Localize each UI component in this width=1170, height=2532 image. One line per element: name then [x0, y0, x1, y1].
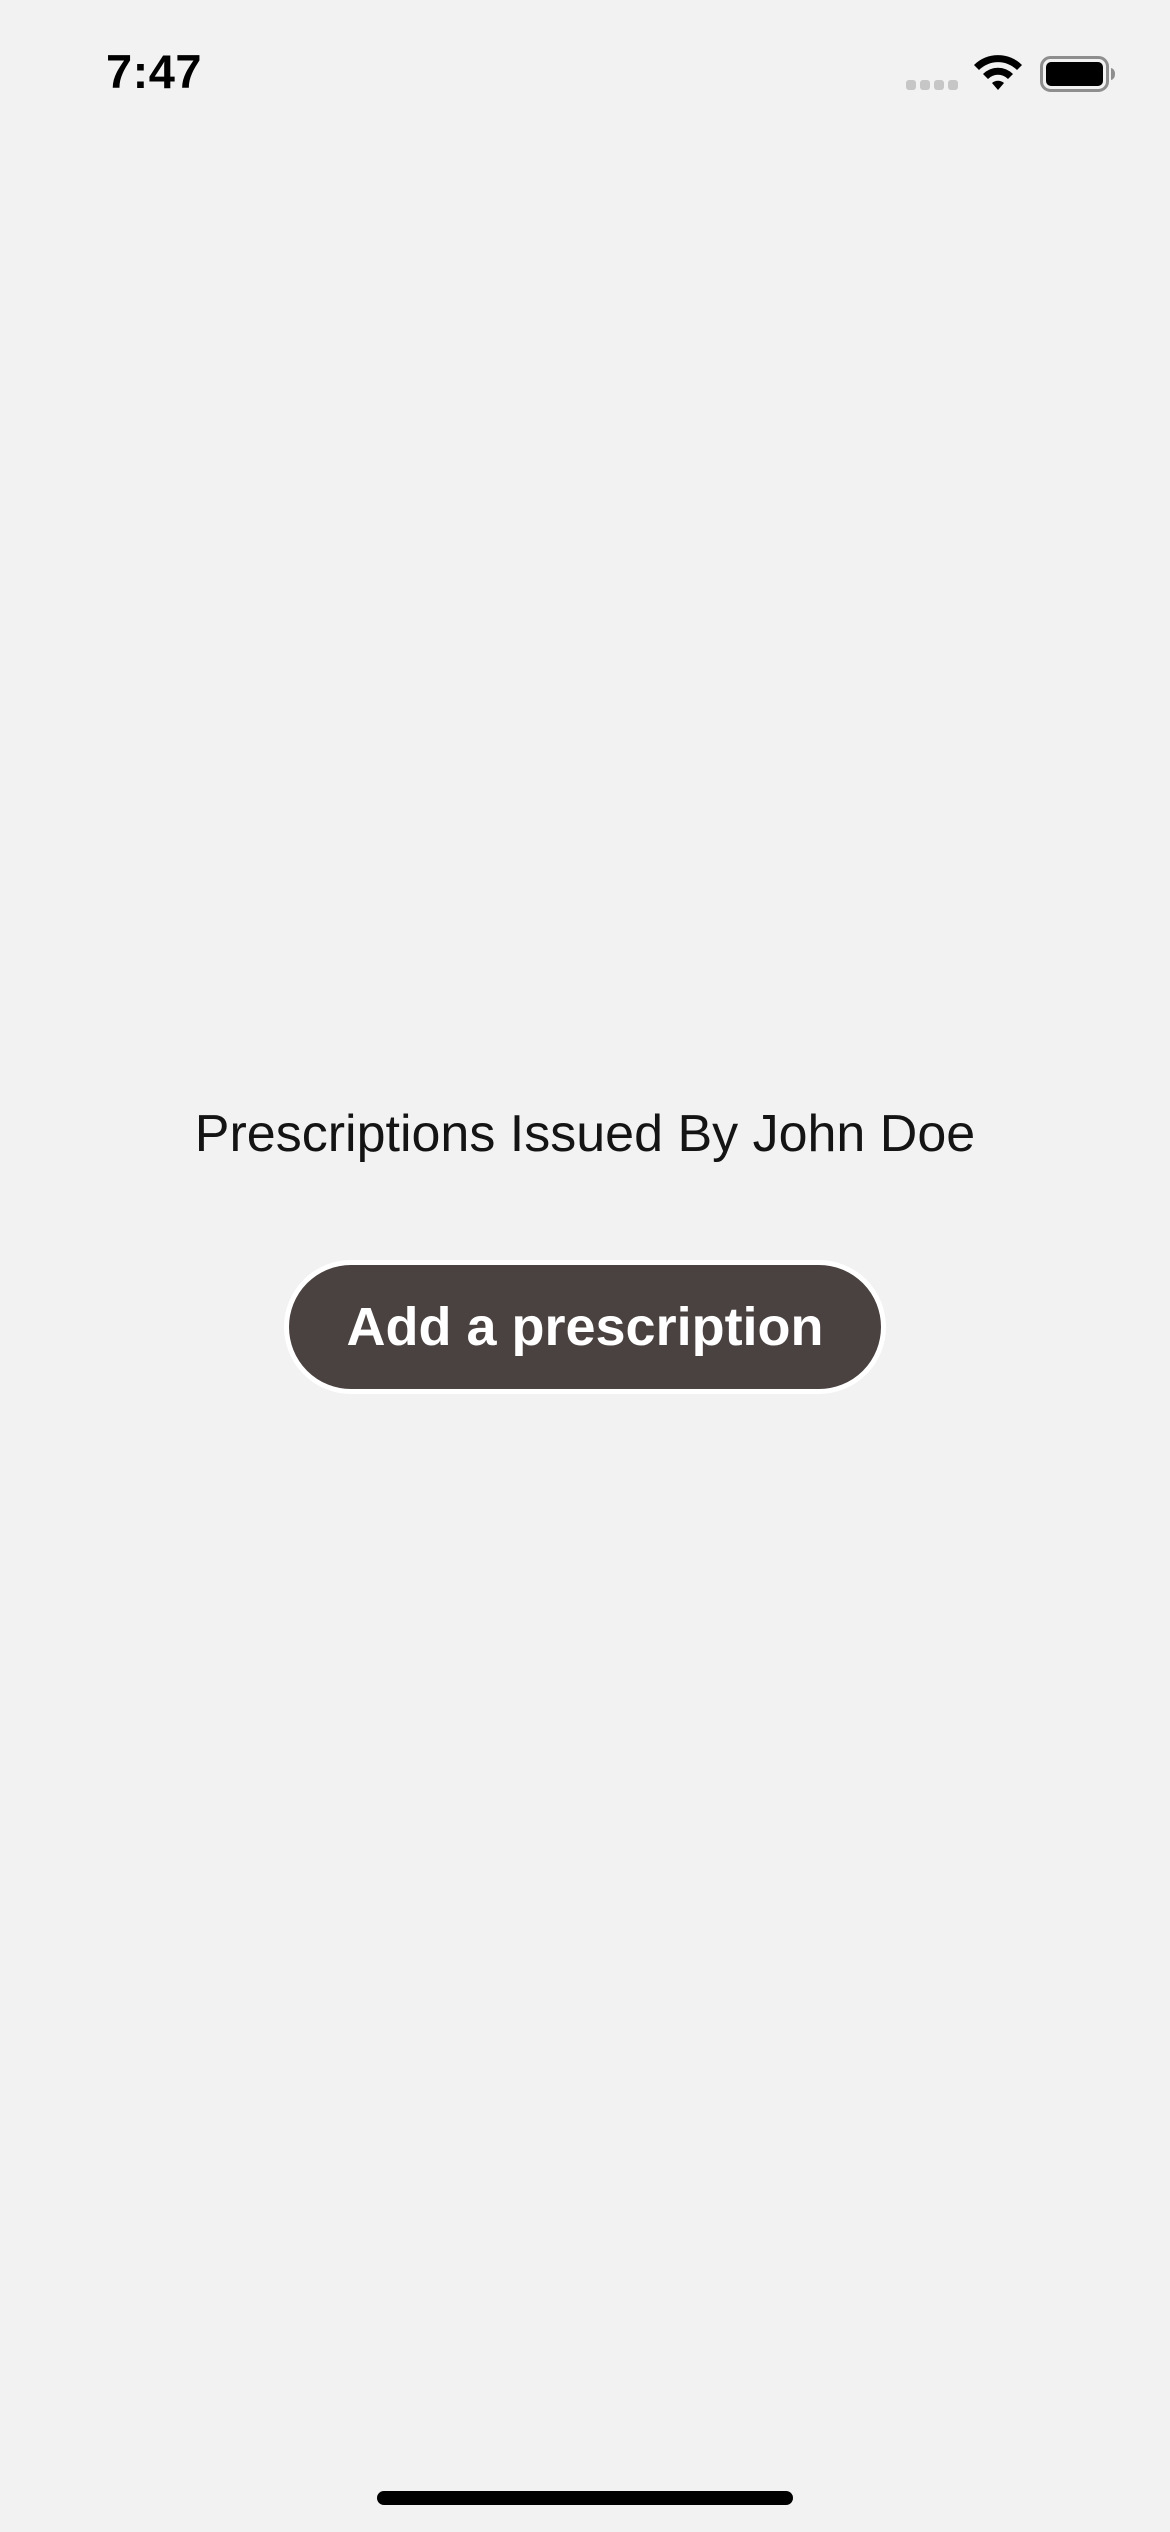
- main-content: Prescriptions Issued By John Doe Add a p…: [0, 0, 1170, 2532]
- page-title: Prescriptions Issued By John Doe: [194, 1105, 976, 1163]
- add-prescription-button[interactable]: Add a prescription: [284, 1260, 886, 1394]
- home-indicator[interactable]: [377, 2491, 793, 2505]
